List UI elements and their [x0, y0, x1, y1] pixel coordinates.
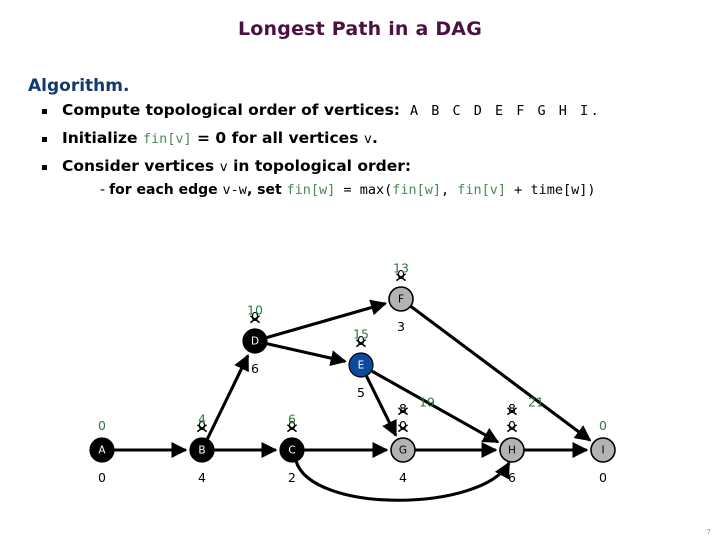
node-b[interactable]: B: [189, 437, 215, 463]
init-text-2: = 0 for all vertices: [191, 129, 364, 147]
algorithm-bullet-list: Compute topological order of vertices: A …: [36, 100, 696, 207]
sub-bullet-dash: -: [100, 182, 106, 198]
node-c[interactable]: C: [279, 437, 305, 463]
edge-f-to-i: [410, 305, 592, 442]
bullet-marker-icon: [42, 165, 47, 170]
node-fin-value-h: 21: [528, 395, 544, 410]
node-weight-b: 4: [198, 470, 206, 485]
page-title: Longest Path in a DAG: [237, 18, 482, 40]
page-number: 7: [706, 528, 711, 536]
consider-mono-v: v: [219, 159, 228, 175]
edge-d-to-e: [266, 342, 347, 367]
edge-b-to-d: [206, 354, 250, 440]
bullet-item-consider: Consider vertices v in topological order…: [36, 156, 696, 201]
node-label-d: D: [251, 336, 259, 348]
node-fin-value-i: 0: [599, 418, 607, 433]
node-weight-i: 0: [599, 470, 607, 485]
sub-text-1: for each edge: [109, 182, 223, 198]
node-fin-value-a: 0: [98, 418, 106, 433]
node-label-e: E: [358, 360, 365, 372]
sub-code-finw2: fin[w]: [392, 182, 441, 198]
bullet-item-compute: Compute topological order of vertices: A …: [36, 100, 696, 122]
node-fin-value-g: 19: [419, 395, 435, 410]
bullet-marker-icon: [42, 109, 47, 114]
node-i[interactable]: I: [590, 437, 616, 463]
init-mono-v: v: [363, 131, 372, 147]
node-label-h: H: [508, 445, 516, 457]
node-label-b: B: [198, 445, 205, 457]
init-text-1: Initialize: [62, 129, 143, 147]
node-weight-d: 6: [251, 361, 259, 376]
consider-text-2: in topological order:: [227, 157, 412, 175]
node-h[interactable]: H: [499, 437, 525, 463]
init-code-finv: fin[v]: [142, 131, 192, 147]
init-text-3: .: [371, 129, 378, 147]
node-d[interactable]: D: [242, 328, 268, 354]
node-fin-value-f: 13: [393, 261, 409, 276]
node-label-f: F: [398, 294, 404, 306]
sub-code-finv: fin[v]: [457, 182, 507, 198]
edge-e-to-g: [365, 375, 398, 437]
node-weight-h: 6: [508, 470, 516, 485]
node-weight-e: 5: [357, 385, 365, 400]
node-fin-value-d: 10: [247, 303, 263, 318]
sub-code-finw: fin[w]: [286, 182, 336, 198]
sub-mono-plus: +: [506, 182, 531, 198]
dag-diagram: A00B404C206D6010E5015F3013G408 19H608 21I0…: [89, 261, 616, 502]
node-weight-a: 0: [98, 470, 106, 485]
algorithm-heading: Algorithm.: [28, 76, 130, 96]
bullet-text-compute: Compute topological order of vertices:: [62, 101, 400, 119]
sub-mono-vw: v-w: [222, 182, 247, 198]
bullet-marker-icon: [42, 137, 47, 142]
topological-order-value: A B C D E F G H I.: [410, 103, 602, 119]
node-fin-value-b: 4: [198, 412, 206, 427]
slide-canvas: Longest Path in a DAG Algorithm. Compute…: [0, 0, 720, 540]
node-a[interactable]: A: [89, 437, 115, 463]
node-weight-c: 2: [288, 470, 296, 485]
node-g[interactable]: G: [390, 437, 416, 463]
sub-bullet-for-each-edge: - for each edge v-w, set fin[w] = max(fin…: [100, 180, 696, 201]
bullet-item-initialize: Initialize fin[v] = 0 for all vertices v…: [36, 128, 696, 150]
sub-mono-comma: ,: [441, 182, 458, 198]
sub-text-2: , set: [246, 182, 287, 198]
consider-text-1: Consider vertices: [62, 157, 220, 175]
node-label-i: I: [601, 445, 604, 457]
node-f[interactable]: F: [388, 286, 414, 312]
node-fin-value-c: 6: [288, 412, 296, 427]
node-fin-value-e: 15: [353, 327, 369, 342]
node-weight-f: 3: [397, 319, 405, 334]
node-label-a: A: [98, 445, 106, 457]
node-label-c: C: [288, 445, 295, 457]
sub-mono-timew: time[w]): [530, 182, 596, 198]
node-label-g: G: [399, 445, 407, 457]
sub-mono-max-open: = max(: [335, 182, 393, 198]
node-weight-g: 4: [399, 470, 407, 485]
node-e[interactable]: E: [348, 352, 374, 378]
